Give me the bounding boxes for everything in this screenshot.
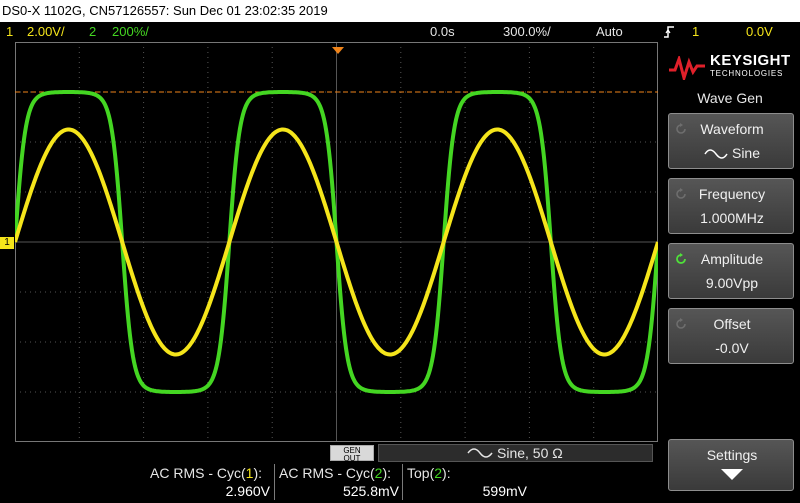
trigger-edge-icon [663,25,675,39]
sine-wave-icon [704,149,728,160]
title-bar: DS0-X 1102G, CN57126557: Sun Dec 01 23:0… [0,0,800,22]
ch1-scale[interactable]: 2.00V/ [27,22,65,42]
softkey-value: 1.000MHz [700,210,764,226]
brand-sub: TECHNOLOGIES [710,69,784,78]
wave-status-text: Sine, 50 Ω [497,445,563,461]
time-scale[interactable]: 300.0%/ [503,22,551,42]
ch2-scale[interactable]: 200%/ [112,22,149,42]
arrow-down-icon [669,468,795,484]
softkey-label: Offset [713,316,751,332]
softkey-value: Sine [669,145,795,161]
amplitude-softkey[interactable]: Amplitude 9.00Vpp [668,243,794,299]
ch2-number[interactable]: 2 [89,22,96,42]
waveform-softkey[interactable]: Waveform Sine [668,113,794,169]
softkey-sidebar: KEYSIGHT TECHNOLOGIES Wave Gen Waveform … [660,42,800,503]
softkey-value: -0.0V [715,340,749,356]
brand-name: KEYSIGHT [710,52,791,69]
trigger-position-marker[interactable] [332,42,344,54]
status-bar: 1 2.00V/ 2 200%/ 0.0s 300.0%/ Auto 1 0.0… [0,22,800,42]
measurement-3[interactable]: Top(2): 599mV [407,465,527,499]
softkey-label: Waveform [700,121,764,137]
measurement-value: 599mV [482,483,527,499]
gen-out-indicator[interactable]: GEN OUT [330,445,374,463]
wave-status-bar: Sine, 50 Ω [378,444,653,462]
measurement-panel: AC RMS - Cyc(1): 2.960V AC RMS - Cyc(2):… [0,462,660,503]
trigger-level[interactable]: 0.0V [746,22,773,42]
softkey-label: Amplitude [700,251,764,267]
trigger-mode[interactable]: Auto [596,22,623,42]
sine-wave-icon [467,448,493,458]
softkey-label: Frequency [698,186,766,202]
measurement-divider [402,464,403,500]
ch1-number[interactable]: 1 [6,22,13,42]
keysight-wave-icon [669,56,705,80]
title-text: DS0-X 1102G, CN57126557: Sun Dec 01 23:0… [2,3,328,18]
ch1-ground-marker[interactable]: 1 [0,237,14,249]
measurement-1[interactable]: AC RMS - Cyc(1): 2.960V [150,465,270,499]
keysight-logo: KEYSIGHT TECHNOLOGIES [668,52,794,82]
measurement-2[interactable]: AC RMS - Cyc(2): 525.8mV [279,465,399,499]
trigger-channel[interactable]: 1 [692,22,699,42]
time-delay[interactable]: 0.0s [430,22,455,42]
menu-title: Wave Gen [697,90,763,106]
measurement-divider [274,464,275,500]
measurement-value: 525.8mV [342,483,399,499]
softkey-value: 9.00Vpp [705,275,759,291]
frequency-softkey[interactable]: Frequency 1.000MHz [668,178,794,234]
offset-softkey[interactable]: Offset -0.0V [668,308,794,364]
waveform-display[interactable] [15,42,658,442]
settings-softkey[interactable]: Settings [668,439,794,491]
softkey-label: Settings [706,447,758,463]
measurement-value: 2.960V [225,483,270,499]
